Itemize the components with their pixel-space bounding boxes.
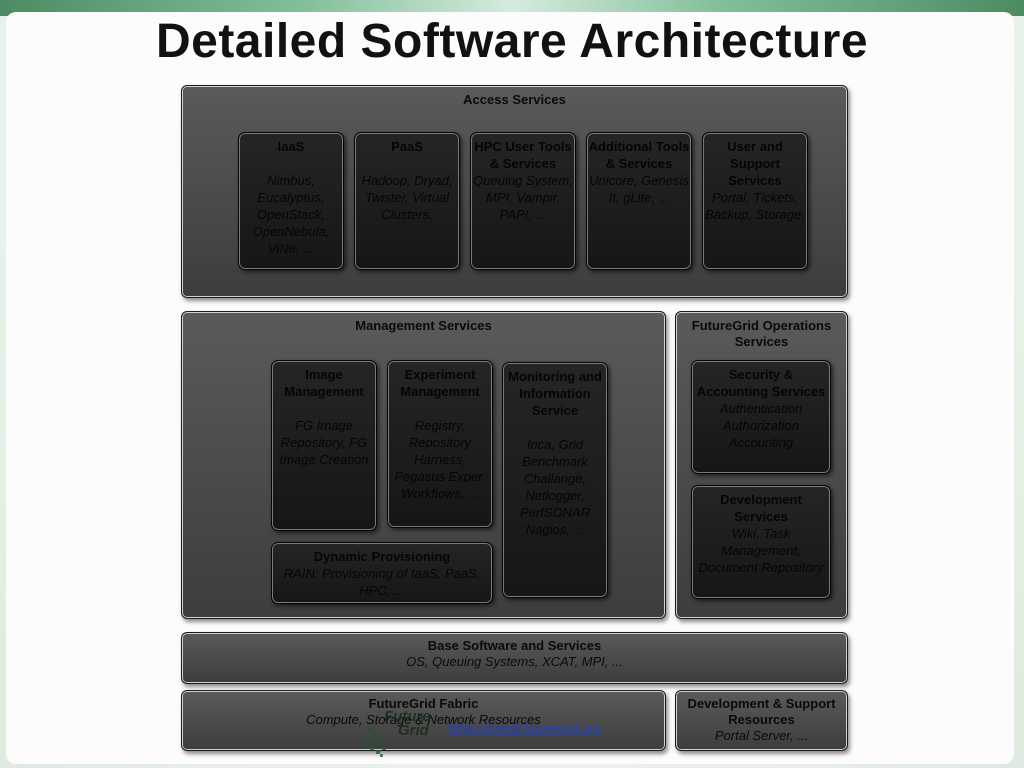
hpc-body: Queuing System, MPI, Vampir, PAPI, ... (473, 173, 573, 222)
portal-link[interactable]: https://portal.futuregrid.org (449, 721, 601, 736)
dev-support-body: Portal Server, ... (714, 728, 809, 743)
base-software-title: Base Software and Services (427, 638, 602, 653)
iaas-card: IaaS Nimbus, Eucalyptus, OpenStack, Open… (238, 132, 344, 270)
additional-tools-body: Unicore, Genesis II, gLite, ... (589, 173, 689, 205)
dynamic-provisioning-title: Dynamic Provisioning (313, 549, 451, 564)
base-software-region: Base Software and Services OS, Queuing S… (181, 632, 848, 684)
monitoring-title: Monitoring and Information Service (508, 369, 602, 418)
experiment-management-card: Experiment Management Registry, Reposito… (387, 360, 493, 528)
user-support-title: User and Support Services (727, 139, 783, 188)
logo-line2: Grid (398, 722, 429, 739)
futuregrid-logo-text: Future Grid (384, 709, 431, 739)
dev-support-region: Development & Support Resources Portal S… (675, 690, 848, 751)
development-services-card: Development Services Wiki, Task Manageme… (691, 485, 831, 599)
hpc-card: HPC User Tools & Services Queuing System… (470, 132, 576, 270)
image-management-card: Image Management FG Image Repository, FG… (271, 360, 377, 531)
access-services-region: Access Services IaaS Nimbus, Eucalyptus,… (181, 85, 848, 298)
base-software-body: OS, Queuing Systems, XCAT, MPI, ... (406, 654, 623, 669)
user-support-body: Portal, Tickets, Backup, Storage, (705, 190, 805, 222)
dev-support-title: Development & Support Resources (687, 696, 836, 727)
image-management-title: Image Management (284, 367, 364, 399)
operations-services-title: FutureGrid Operations Services (691, 318, 832, 349)
slide-title: Detailed Software Architecture (155, 15, 869, 68)
security-accounting-card: Security & Accounting Services Authentic… (691, 360, 831, 474)
security-accounting-title: Security & Accounting Services (696, 367, 826, 399)
iaas-body: Nimbus, Eucalyptus, OpenStack, OpenNebul… (252, 173, 330, 256)
operations-services-region: FutureGrid Operations Services Security … (675, 311, 848, 619)
experiment-management-body: Registry, Repository Harness, Pegasus Ex… (394, 418, 486, 501)
security-accounting-body: Authentication Authorization Accounting (719, 401, 803, 450)
additional-tools-title: Additional Tools & Services (588, 139, 690, 171)
paas-card: PaaS Hadoop, Dryad, Twister, Virtual Clu… (354, 132, 460, 270)
iaas-title: IaaS (277, 139, 305, 154)
dynamic-provisioning-card: Dynamic Provisioning RAIN: Provisioning … (271, 542, 493, 604)
monitoring-card: Monitoring and Information Service Inca,… (502, 362, 608, 598)
paas-title: PaaS (391, 139, 423, 154)
access-services-title: Access Services (463, 92, 566, 107)
hpc-title: HPC User Tools & Services (474, 139, 572, 171)
development-services-title: Development Services (720, 492, 802, 524)
dynamic-provisioning-body: RAIN: Provisioning of IaaS, PaaS, HPC, .… (283, 566, 481, 598)
additional-tools-card: Additional Tools & Services Unicore, Gen… (586, 132, 692, 270)
development-services-body: Wiki, Task Management, Document Reposito… (698, 526, 824, 575)
management-services-region: Management Services Image Management FG … (181, 311, 666, 619)
user-support-card: User and Support Services Portal, Ticket… (702, 132, 808, 270)
paas-body: Hadoop, Dryad, Twister, Virtual Clusters… (361, 173, 453, 222)
monitoring-body: Inca, Grid Benchmark Challange, Netlogge… (519, 437, 591, 537)
image-management-body: FG Image Repository, FG Image Creation (279, 418, 369, 467)
experiment-management-title: Experiment Management (400, 367, 480, 399)
management-services-title: Management Services (355, 318, 492, 333)
